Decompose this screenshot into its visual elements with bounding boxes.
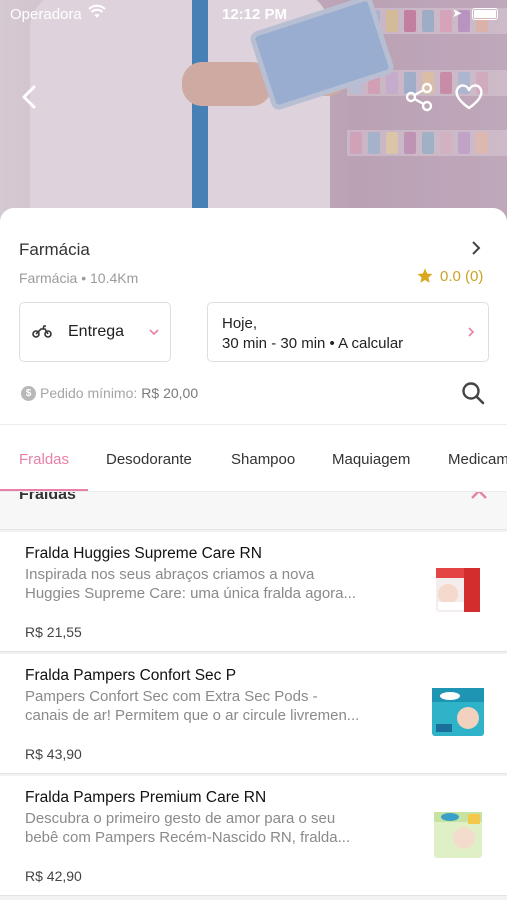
tab-medicamentos[interactable]: Medicam <box>448 451 507 468</box>
back-arrow-icon[interactable] <box>14 80 48 114</box>
section-header[interactable]: Fraldas <box>0 492 507 530</box>
product-price: R$ 43,90 <box>25 746 82 762</box>
motorcycle-icon <box>32 325 52 338</box>
product-name: Fralda Pampers Confort Sec P <box>25 667 237 684</box>
product-image <box>430 562 486 618</box>
product-item[interactable]: Fralda Pampers Confort Sec P Pampers Con… <box>0 654 507 774</box>
share-icon[interactable] <box>402 80 436 114</box>
heart-icon[interactable] <box>452 80 486 114</box>
status-time: 12:12 PM <box>222 6 288 23</box>
chevron-down-icon <box>149 329 159 336</box>
product-item[interactable]: Fralda Pampers Premium Care RN Descubra … <box>0 776 507 896</box>
tab-fraldas[interactable]: Fraldas <box>19 451 69 468</box>
category-tabs: Fraldas Desodorante Shampoo Maquiagem Me… <box>0 424 507 492</box>
carrier-label: Operadora <box>10 6 82 23</box>
store-info-card: Farmácia Farmácia • 10.4Km 0.0 (0) Entre… <box>0 208 507 424</box>
product-image <box>430 684 486 740</box>
product-name: Fralda Huggies Supreme Care RN <box>25 545 262 562</box>
product-description: Descubra o primeiro gesto de amor para o… <box>25 810 351 846</box>
chevron-right-icon <box>468 327 475 337</box>
store-subtitle: Farmácia • 10.4Km <box>19 270 139 286</box>
store-rating[interactable]: 0.0 (0) <box>416 267 483 285</box>
wifi-icon <box>88 4 106 18</box>
tab-shampoo[interactable]: Shampoo <box>231 451 295 468</box>
delivery-mode-label: Entrega <box>68 323 125 340</box>
minimum-order: $ Pedido mínimo: R$ 20,00 <box>21 385 198 401</box>
schedule-day: Hoje, <box>222 315 258 332</box>
min-order-value: R$ 20,00 <box>141 385 199 401</box>
hero-banner <box>0 0 507 230</box>
tab-desodorante[interactable]: Desodorante <box>106 451 192 468</box>
product-description: Pampers Confort Sec com Extra Sec Pods -… <box>25 688 360 724</box>
section-title: Fraldas <box>19 492 76 503</box>
schedule-time: 30 min - 30 min • A calcular <box>222 335 404 352</box>
chevron-right-icon[interactable] <box>466 238 486 258</box>
rating-value: 0.0 (0) <box>440 267 484 285</box>
star-icon <box>417 268 433 283</box>
battery-icon <box>472 8 498 20</box>
search-icon[interactable] <box>460 380 486 406</box>
schedule-select[interactable]: Hoje, 30 min - 30 min • A calcular <box>207 302 489 362</box>
product-description: Inspirada nos seus abraços criamos a nov… <box>25 566 357 602</box>
product-name: Fralda Pampers Premium Care RN <box>25 789 267 806</box>
product-price: R$ 42,90 <box>25 868 82 884</box>
product-image <box>430 806 486 862</box>
store-name[interactable]: Farmácia <box>19 240 90 260</box>
min-order-label: Pedido mínimo: <box>40 385 138 401</box>
status-bar: Operadora 12:12 PM ➤ <box>0 0 507 28</box>
product-price: R$ 21,55 <box>25 624 82 640</box>
coin-icon: $ <box>21 385 36 401</box>
delivery-mode-select[interactable]: Entrega <box>19 302 171 362</box>
tab-maquiagem[interactable]: Maquiagem <box>332 451 410 468</box>
location-arrow-icon: ➤ <box>452 6 463 20</box>
caret-up-icon[interactable] <box>470 492 488 502</box>
product-item[interactable]: Fralda Huggies Supreme Care RN Inspirada… <box>0 532 507 652</box>
